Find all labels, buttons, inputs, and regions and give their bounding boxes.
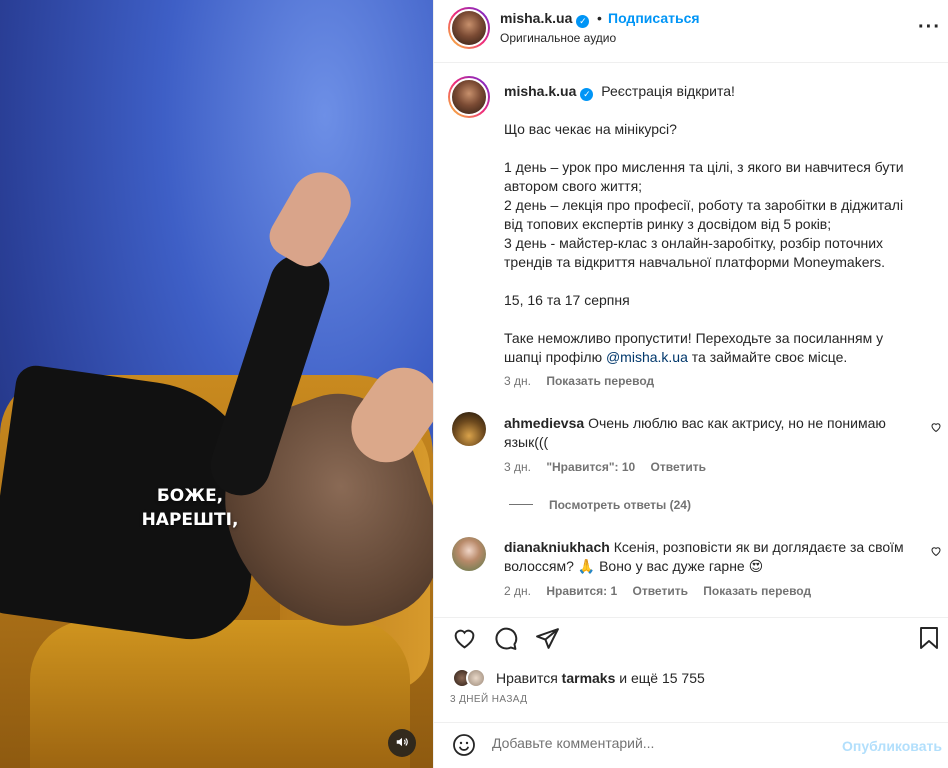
likes-prefix: Нравится [496, 670, 558, 686]
comment-like-icon[interactable] [930, 545, 942, 560]
chair-seat [30, 620, 410, 768]
save-icon[interactable] [916, 625, 942, 651]
share-icon[interactable] [534, 625, 560, 651]
audio-toggle-button[interactable] [388, 729, 416, 757]
comments-section[interactable]: misha.k.ua ✓ Реєстрація відкрита! Що вас … [434, 64, 948, 616]
publish-button[interactable]: Опубликовать [842, 738, 942, 754]
like-icon[interactable] [451, 625, 477, 651]
comment-username[interactable]: dianakniukhach [504, 539, 610, 555]
profile-mention-link[interactable]: @misha.k.ua [606, 349, 688, 365]
comment-translate-button[interactable]: Показать перевод [703, 584, 811, 598]
caption-line-0: Реєстрація відкрита! [601, 83, 735, 99]
caption-line-4: 1 день – урок про мислення та цілі, з як… [504, 159, 904, 194]
caption-line-6: 3 день - майстер-клас з онлайн-заробітку… [504, 235, 886, 270]
comment-reply-button[interactable]: Ответить [633, 584, 688, 598]
caption-line-2: Що вас чекає на мінікурсі? [504, 121, 677, 137]
comment-username[interactable]: ahmedievsa [504, 415, 584, 431]
comment-icon[interactable] [492, 625, 518, 651]
emoji-icon[interactable] [452, 733, 476, 760]
speaker-icon [395, 735, 409, 752]
caption-line-8: 15, 16 та 17 серпня [504, 292, 630, 308]
caption-line-5: 2 день – лекція про професії, роботу та … [504, 197, 904, 232]
author-username-text[interactable]: misha.k.ua [500, 10, 572, 26]
caption-line-10: Таке неможливо пропустити! Переходьте за… [504, 329, 924, 367]
likes-user-link[interactable]: tarmaks [562, 670, 616, 686]
verified-icon: ✓ [576, 15, 590, 28]
comment-avatar[interactable] [452, 412, 486, 446]
author-avatar[interactable] [448, 7, 490, 49]
video-caption-line-1: БОЖЕ, [156, 486, 224, 506]
follow-button[interactable]: Подписаться [608, 10, 700, 26]
comment-meta: 2 дн. Нравится: 1 Ответить Показать пере… [504, 584, 811, 598]
person-hand [262, 161, 362, 274]
replies-divider [509, 504, 533, 505]
caption-age: 3 дн. [504, 374, 531, 388]
comment-likes-count[interactable]: "Нравится": 10 [546, 460, 635, 474]
author-username[interactable]: misha.k.ua ✓ [500, 10, 590, 28]
add-comment-bar: Опубликовать [434, 722, 948, 768]
comment-text: ahmedievsa Очень люблю вас как актрису, … [504, 414, 924, 452]
video-caption: БОЖЕ, НАРЕШТІ, [130, 484, 250, 532]
caption-meta: 3 дн. Показать перевод [504, 374, 654, 388]
verified-icon: ✓ [580, 88, 594, 101]
post-header: misha.k.ua ✓ • Подписаться Оригинальное а… [434, 0, 948, 63]
post-actions: Нравится tarmaks и ещё 15 755 3 ДНЕЙ НАЗ… [434, 617, 948, 717]
comment-avatar[interactable] [452, 537, 486, 571]
caption-author-avatar[interactable] [448, 76, 490, 118]
post-caption: misha.k.ua ✓ Реєстрація відкрита! Що вас … [504, 82, 924, 367]
post-date[interactable]: 3 ДНЕЙ НАЗАД [450, 694, 527, 705]
original-audio-link[interactable]: Оригинальное аудио [500, 31, 616, 45]
view-replies-button[interactable]: Посмотреть ответы (24) [509, 498, 691, 512]
comment-input[interactable] [492, 735, 822, 751]
video-caption-line-2: НАРЕШТІ, [141, 510, 239, 530]
comment-like-icon[interactable] [930, 421, 942, 436]
liker-avatar [466, 668, 486, 688]
more-options-icon[interactable]: ··· [918, 16, 941, 39]
likes-summary[interactable]: Нравится tarmaks и ещё 15 755 [496, 670, 705, 686]
caption-translate-button[interactable]: Показать перевод [546, 374, 654, 388]
comment-meta: 3 дн. "Нравится": 10 Ответить [504, 460, 706, 474]
separator-dot: • [597, 10, 602, 26]
likes-count[interactable]: и ещё 15 755 [619, 670, 705, 686]
comment-age: 3 дн. [504, 460, 531, 474]
comment-reply-button[interactable]: Ответить [651, 460, 706, 474]
view-replies-label[interactable]: Посмотреть ответы (24) [549, 498, 691, 512]
comment-age: 2 дн. [504, 584, 531, 598]
comment-likes-count[interactable]: Нравится: 1 [546, 584, 617, 598]
caption-username[interactable]: misha.k.ua [504, 83, 576, 99]
post-panel: misha.k.ua ✓ • Подписаться Оригинальное а… [433, 0, 948, 768]
caption-tail: та займайте своє місце. [691, 349, 848, 365]
comment-text: dianakniukhach Ксенія, розповісти як ви … [504, 538, 924, 576]
post-media[interactable]: БОЖЕ, НАРЕШТІ, [0, 0, 433, 768]
likers-avatars[interactable] [452, 668, 488, 688]
